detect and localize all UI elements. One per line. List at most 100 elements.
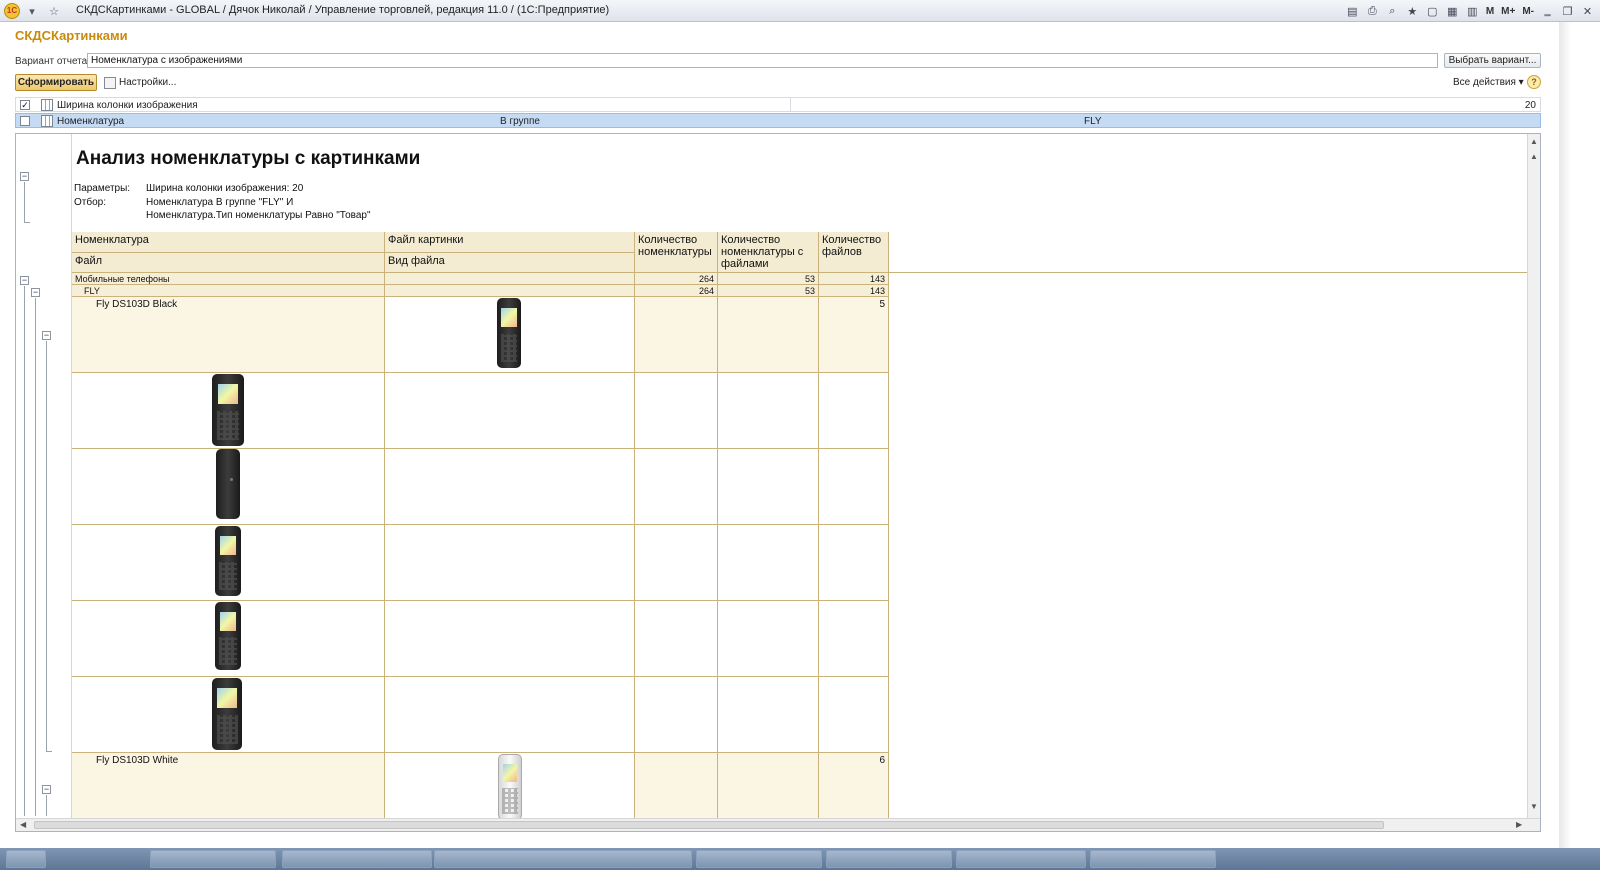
taskbar-item[interactable] <box>282 850 432 868</box>
file-type-cell[interactable] <box>385 677 635 753</box>
item-count-nom[interactable] <box>635 753 718 823</box>
scroll-up-icon[interactable]: ▲ <box>1530 137 1538 146</box>
file-image-cell[interactable] <box>72 525 385 601</box>
window-titlebar: 1C ▾ ☆ СКДСКартинками - GLOBAL / Дячок Н… <box>0 0 1600 22</box>
window-title: СКДСКартинками - GLOBAL / Дячок Николай … <box>76 4 610 16</box>
memory-button[interactable]: M <box>1484 3 1496 20</box>
choose-variant-button[interactable]: Выбрать вариант... <box>1444 53 1541 68</box>
menu-dropdown-icon[interactable]: ▾ <box>24 3 40 19</box>
vertical-scrollbar[interactable]: ▲ ▲ ▼ <box>1527 134 1540 818</box>
setting-value[interactable]: FLY <box>1084 116 1102 127</box>
file-image-cell[interactable] <box>72 449 385 525</box>
group-count-nom[interactable]: 264 <box>635 285 718 297</box>
star-icon[interactable]: ☆ <box>46 3 62 19</box>
help-icon[interactable]: ? <box>1527 75 1541 89</box>
group-count-files[interactable]: 143 <box>819 273 889 285</box>
empty-cell <box>718 677 819 753</box>
file-image-cell[interactable] <box>72 677 385 753</box>
setting-name: Номенклатура <box>57 116 125 127</box>
taskbar-item[interactable] <box>434 850 692 868</box>
file-type-cell[interactable] <box>385 525 635 601</box>
header-count-nom-files[interactable]: Количество номенклатуры с файлами <box>718 232 819 273</box>
restore-icon[interactable]: ❐ <box>1559 3 1576 20</box>
item-image-cell[interactable] <box>385 753 635 823</box>
item-count-nom-files[interactable] <box>718 753 819 823</box>
horizontal-scrollbar[interactable]: ◀ ▶ <box>16 818 1540 831</box>
group-row-cell[interactable] <box>385 285 635 297</box>
group-count-nom[interactable]: 264 <box>635 273 718 285</box>
report-spreadsheet[interactable]: − − − − − Анализ номенклатуры с картинка… <box>15 133 1541 832</box>
calculator-icon[interactable]: ▦ <box>1444 3 1461 20</box>
file-image-cell[interactable] <box>72 601 385 677</box>
window-frame-edge <box>1559 22 1600 848</box>
item-image-cell[interactable] <box>385 297 635 373</box>
header-image-file[interactable]: Файл картинки <box>385 232 635 253</box>
settings-button[interactable]: Настройки... <box>104 75 176 90</box>
1c-logo-icon[interactable]: 1C <box>4 3 20 19</box>
print-icon[interactable]: ⎙ <box>1364 3 1381 20</box>
item-count-files[interactable]: 6 <box>819 753 889 823</box>
group-row-name[interactable]: Мобильные телефоны <box>72 273 385 285</box>
scroll-left-icon[interactable]: ◀ <box>20 820 26 829</box>
calendar-icon[interactable]: ▥ <box>1464 3 1481 20</box>
taskbar-item[interactable] <box>696 850 822 868</box>
history-icon[interactable]: ▢ <box>1424 3 1441 20</box>
variant-field[interactable]: Номенклатура с изображениями <box>87 53 1438 68</box>
collapse-icon[interactable]: − <box>20 276 29 285</box>
header-count-nom[interactable]: Количество номенклатуры <box>635 232 718 273</box>
setting-condition[interactable]: В группе <box>500 116 540 127</box>
header-count-files[interactable]: Количество файлов <box>819 232 889 273</box>
collapse-icon[interactable]: − <box>42 785 51 794</box>
item-row-name[interactable]: Fly DS103D Black <box>72 297 385 373</box>
empty-cell <box>635 525 718 601</box>
collapse-icon[interactable]: − <box>42 331 51 340</box>
phone-image <box>497 298 521 368</box>
header-file[interactable]: Файл <box>72 253 385 273</box>
taskbar-item[interactable] <box>1090 850 1216 868</box>
taskbar-item[interactable] <box>826 850 952 868</box>
close-icon[interactable]: ✕ <box>1579 3 1596 20</box>
setting-value[interactable]: 20 <box>1525 100 1536 111</box>
empty-cell <box>718 525 819 601</box>
generate-button[interactable]: Сформировать <box>15 74 97 91</box>
settings-row-image-width[interactable]: ✓ Ширина колонки изображения 20 <box>15 97 1541 112</box>
scrollbar-thumb[interactable] <box>34 821 1384 829</box>
minimize-icon[interactable]: ‗ <box>1539 3 1556 20</box>
file-type-cell[interactable] <box>385 601 635 677</box>
preview-icon[interactable]: ⌕ <box>1384 3 1401 20</box>
empty-cell <box>819 449 889 525</box>
settings-row-nomenclature[interactable]: Номенклатура В группе FLY <box>15 113 1541 128</box>
memory-plus-button[interactable]: M+ <box>1499 3 1517 20</box>
header-file-type[interactable]: Вид файла <box>385 253 635 273</box>
empty-cell <box>718 373 819 449</box>
favorites-icon[interactable]: ★ <box>1404 3 1421 20</box>
group-count-nom-files[interactable]: 53 <box>718 273 819 285</box>
collapse-icon[interactable]: − <box>31 288 40 297</box>
group-row-cell[interactable] <box>385 273 635 285</box>
taskbar-item[interactable] <box>956 850 1086 868</box>
group-count-nom-files[interactable]: 53 <box>718 285 819 297</box>
item-row-name[interactable]: Fly DS103D White <box>72 753 385 823</box>
all-actions-menu[interactable]: Все действия ▾ <box>1453 77 1524 88</box>
scroll-up-icon[interactable]: ▲ <box>1530 152 1538 161</box>
settings-icon <box>104 76 116 89</box>
item-count-nom[interactable] <box>635 297 718 373</box>
row-checkbox[interactable] <box>20 116 30 126</box>
collapse-icon[interactable]: − <box>20 172 29 181</box>
taskbar-item[interactable] <box>150 850 276 868</box>
save-icon[interactable]: ▤ <box>1344 3 1361 20</box>
row-checkbox[interactable]: ✓ <box>20 100 30 110</box>
file-type-cell[interactable] <box>385 449 635 525</box>
file-image-cell[interactable] <box>72 373 385 449</box>
file-type-cell[interactable] <box>385 373 635 449</box>
memory-minus-button[interactable]: M- <box>1520 3 1536 20</box>
scroll-right-icon[interactable]: ▶ <box>1516 820 1522 829</box>
empty-cell <box>635 677 718 753</box>
item-count-nom-files[interactable] <box>718 297 819 373</box>
header-nomenclature[interactable]: Номенклатура <box>72 232 385 253</box>
start-button[interactable] <box>6 850 46 868</box>
scroll-down-icon[interactable]: ▼ <box>1530 802 1538 811</box>
group-count-files[interactable]: 143 <box>819 285 889 297</box>
item-count-files[interactable]: 5 <box>819 297 889 373</box>
group-row-name[interactable]: FLY <box>72 285 385 297</box>
